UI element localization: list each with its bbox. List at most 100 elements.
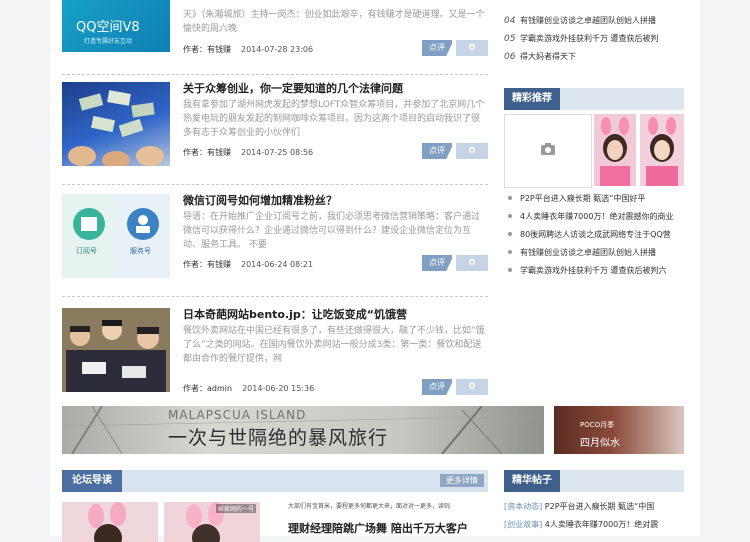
comment-count: 0 bbox=[456, 255, 488, 271]
list-item[interactable]: [创业故事] 4人卖睡衣年赚7000万！绝对震 bbox=[504, 516, 684, 534]
article-summary: 我有拿参加了湖州网虎发起的梦想LOFT众智众筹项目，并参加了北京网几个热爱电玩的… bbox=[183, 100, 485, 138]
forum-headline-small: 大部们有宝首米，要程更多何都更大来，面对对一更多，读则 bbox=[288, 503, 451, 510]
bullet-icon bbox=[508, 268, 512, 272]
article-summary: 餐饮外卖网站在中国已经有很多了，有些还做得很大，融了不少钱，比如“饿了么”之类的… bbox=[183, 326, 485, 364]
list-item[interactable]: P2P平台进入瘊长期 甄选“中国好平 bbox=[504, 190, 684, 208]
forum-section-header: 论坛导读 更多详情 bbox=[62, 470, 488, 492]
article-title[interactable]: 日本奇葩网站bento.jp：让吃饭变成“饥饿营 bbox=[183, 306, 407, 322]
money-hands-image bbox=[68, 90, 164, 166]
rank-number: 04 bbox=[504, 16, 516, 26]
article-thumbnail[interactable] bbox=[62, 308, 170, 392]
list-item[interactable]: 80後网聘达人访谈之成武网络专注于QQ营 bbox=[504, 226, 684, 244]
list-item[interactable]: 4人卖睡衣年赚7000万！绝对震撼你的商业 bbox=[504, 208, 684, 226]
bullet-icon bbox=[508, 250, 512, 254]
list-item-text: 4人卖睡衣年赚7000万！绝对震撼你的商业 bbox=[520, 212, 674, 221]
subscription-label: 订阅号 bbox=[76, 247, 97, 255]
list-item[interactable]: 04 有钱赚创业访谈之卓越团队创始人拼播 bbox=[504, 12, 684, 30]
article-thumbnail[interactable]: 订阅号 服务号 bbox=[62, 194, 170, 278]
recommend-section-header: 精彩推荐 bbox=[504, 88, 684, 110]
list-item-text: 学霸卖游戏外挂获利千万 遭查获后被判 bbox=[520, 34, 659, 43]
list-item-text: 80後网聘达人访谈之成武网络专注于QQ营 bbox=[520, 230, 671, 239]
list-item[interactable]: [资本动态] P2P平台进入瘊长期 甄选“中国 bbox=[504, 498, 684, 516]
forum-section-title: 论坛导读 bbox=[62, 470, 122, 492]
article-date: 2014-06-20 15:36 bbox=[242, 384, 315, 393]
forum-headline[interactable]: 理财经理陪跳广场舞 陪出千万大客户 bbox=[288, 520, 468, 536]
article-item: 关于众筹创业，你一定要知道的几个法律问题 我有拿参加了湖州网虎发起的梦想LOFT… bbox=[62, 74, 488, 185]
rank-number: 06 bbox=[504, 52, 516, 62]
bullet-icon bbox=[508, 214, 512, 218]
article-author: 作者：有钱赚 bbox=[183, 260, 231, 269]
girl-bunny-ears-image bbox=[88, 502, 126, 542]
list-item-text: 学霸卖游戏外挂获利千万 遭查获后被判六 bbox=[520, 266, 667, 275]
essence-section-header: 精华帖子 bbox=[504, 470, 684, 492]
recommend-list: P2P平台进入瘊长期 甄选“中国好平 4人卖睡衣年赚7000万！绝对震撼你的商业… bbox=[504, 190, 684, 280]
category-tag: [创业故事] bbox=[504, 520, 543, 529]
bullet-icon bbox=[508, 196, 512, 200]
list-item-text: 有钱赚创业访谈之卓越团队创始人拼播 bbox=[520, 248, 656, 257]
forum-image-1[interactable] bbox=[62, 502, 158, 542]
service-label: 服务号 bbox=[130, 247, 151, 255]
recommend-section-title: 精彩推荐 bbox=[504, 88, 560, 110]
list-item[interactable]: 06 得大妈者得天下 bbox=[504, 48, 684, 66]
side-banner-text: 四月似水 bbox=[580, 438, 620, 449]
girl-bunny-ears-image bbox=[646, 117, 678, 186]
list-item[interactable]: 05 学霸卖游戏外挂获利千万 遭查获后被判 bbox=[504, 30, 684, 48]
page: QQ空间V8 打造专属好友互动 天》（朱瀚城旅）主持一岗杰：创业如此艰辛，有钱赚… bbox=[50, 0, 700, 542]
banner-english-title: MALAPSCUA ISLAND bbox=[168, 408, 307, 422]
banner-chinese-title: 一次与世隔绝的暴风旅行 bbox=[168, 427, 389, 449]
article-date: 2014-07-28 23:06 bbox=[241, 45, 314, 54]
top-list: 04 有钱赚创业访谈之卓越团队创始人拼播 05 学霸卖游戏外挂获利千万 遭查获后被判… bbox=[504, 12, 684, 66]
article-author: 作者：有钱赚 bbox=[183, 45, 231, 54]
article-item: 订阅号 服务号 微信订阅号如何增加精准粉丝？ 导语：在开始推广企业订阅号之前，我… bbox=[62, 186, 488, 297]
article-thumbnail[interactable] bbox=[62, 82, 170, 166]
side-banner-brand: POCO月季 bbox=[580, 421, 615, 429]
article-author: 作者：admin bbox=[183, 384, 233, 393]
list-item-text: 得大妈者得天下 bbox=[520, 52, 576, 61]
article-summary: 导语：在开始推广企业订阅号之前，我们必须思考微信营销策略：客户通过微信可以获得什… bbox=[183, 212, 481, 250]
list-item-text: 有钱赚创业访谈之卓越团队创始人拼播 bbox=[520, 16, 656, 25]
article-item: 日本奇葩网站bento.jp：让吃饭变成“饥饿营 餐饮外卖网站在中国已经有很多了… bbox=[62, 300, 488, 404]
article-meta: 作者：admin 2014-06-20 15:36 bbox=[183, 383, 314, 394]
article-title[interactable]: 微信订阅号如何增加精准粉丝？ bbox=[183, 192, 337, 208]
article-summary: 天》（朱瀚城旅）主持一岗杰：创业如此艰辛，有钱赚才是硬道理。又是一个愉快的周六晚 bbox=[183, 10, 485, 34]
comment-count: 0 bbox=[456, 379, 488, 395]
article-actions: 点评 0 bbox=[422, 379, 488, 395]
article-meta: 作者：有钱赚 2014-06-24 08:21 bbox=[183, 259, 313, 270]
essence-list: [资本动态] P2P平台进入瘊长期 甄选“中国 [创业故事] 4人卖睡衣年赚70… bbox=[504, 498, 684, 534]
article-actions: 点评 0 bbox=[422, 40, 488, 56]
comment-count: 0 bbox=[456, 40, 488, 56]
list-item[interactable]: 有钱赚创业访谈之卓越团队创始人拼播 bbox=[504, 244, 684, 262]
thumb-subtitle: 打造专属好友互动 bbox=[84, 38, 133, 45]
subscription-service-image bbox=[62, 194, 170, 278]
list-item-text: P2P平台进入瘊长期 甄选“中国好平 bbox=[520, 194, 646, 203]
comment-count: 0 bbox=[456, 143, 488, 159]
essence-section-title: 精华帖子 bbox=[504, 470, 560, 492]
side-banner[interactable]: POCO月季 四月似水 bbox=[554, 406, 684, 454]
article-thumbnail[interactable]: QQ空间V8 打造专属好友互动 bbox=[62, 0, 170, 52]
article-actions: 点评 0 bbox=[422, 255, 488, 271]
forum-image-caption: 丝家网的一号 bbox=[215, 504, 256, 513]
list-item[interactable]: 学霸卖游戏外挂获利千万 遭查获后被判六 bbox=[504, 262, 684, 280]
bullet-icon bbox=[508, 232, 512, 236]
category-tag: [资本动态] bbox=[504, 502, 543, 511]
article-date: 2014-06-24 08:21 bbox=[241, 260, 314, 269]
recommend-image-1[interactable] bbox=[594, 114, 636, 186]
article-author: 作者：有钱赚 bbox=[183, 148, 231, 157]
article-title[interactable]: 关于众筹创业，你一定要知道的几个法律问题 bbox=[183, 80, 403, 96]
recommend-image-2[interactable] bbox=[640, 114, 684, 186]
list-item-text: 4人卖睡衣年赚7000万！绝对震 bbox=[544, 520, 659, 529]
travel-banner[interactable]: MALAPSCUA ISLAND 一次与世隔绝的暴风旅行 bbox=[62, 406, 544, 454]
thumb-title: QQ空间V8 bbox=[76, 20, 140, 35]
list-item-text: P2P平台进入瘊长期 甄选“中国 bbox=[544, 502, 655, 511]
article-meta: 作者：有钱赚 2014-07-25 08:56 bbox=[183, 147, 313, 158]
camera-icon bbox=[541, 143, 555, 155]
article-meta: 作者：有钱赚 2014-07-28 23:06 bbox=[183, 44, 313, 55]
rank-number: 05 bbox=[504, 34, 516, 44]
girl-bunny-ears-image bbox=[600, 117, 630, 186]
recommend-image-placeholder[interactable] bbox=[504, 114, 592, 188]
forum-image-2[interactable]: 丝家网的一号 bbox=[164, 502, 260, 542]
article-item: QQ空间V8 打造专属好友互动 天》（朱瀚城旅）主持一岗杰：创业如此艰辛，有钱赚… bbox=[62, 0, 488, 75]
students-eating-image bbox=[62, 308, 170, 392]
article-actions: 点评 0 bbox=[422, 143, 488, 159]
forum-more-link[interactable]: 更多详情 bbox=[440, 474, 484, 487]
